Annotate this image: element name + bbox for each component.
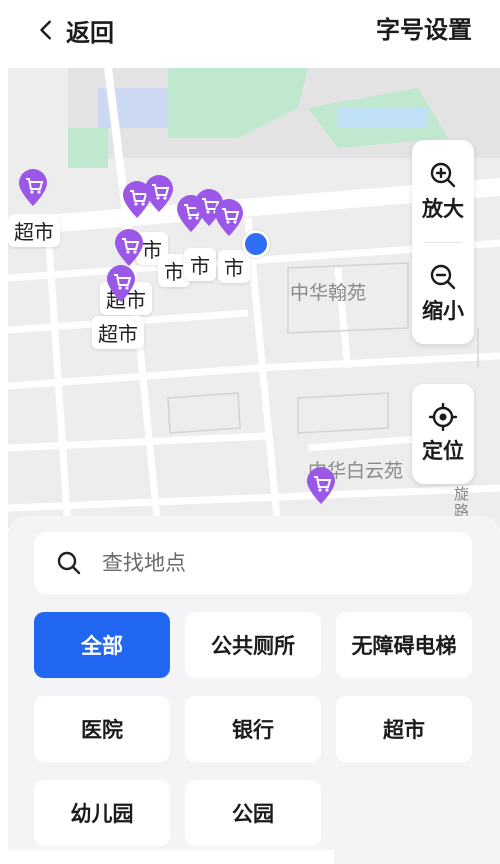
supermarket-pin-icon[interactable]	[112, 228, 146, 268]
bottom-safe-area	[8, 850, 334, 864]
top-bar: 返回 字号设置	[0, 0, 500, 60]
zoom-out-button[interactable]: 缩小	[412, 244, 474, 344]
search-input[interactable]	[100, 550, 444, 576]
search-icon	[57, 551, 81, 575]
supermarket-pin-icon[interactable]	[304, 466, 338, 506]
back-button[interactable]: 返回	[36, 12, 114, 48]
zoom-in-icon	[430, 162, 456, 188]
poi-label[interactable]: 超市	[92, 316, 144, 349]
category-all[interactable]: 全部	[34, 612, 170, 678]
locate-button[interactable]: 定位	[412, 384, 474, 484]
font-size-settings-button[interactable]: 字号设置	[376, 12, 472, 48]
poi-label[interactable]: 超市	[8, 214, 60, 247]
category-hospital[interactable]: 医院	[34, 696, 170, 762]
current-location-marker	[242, 230, 270, 258]
map-place-name: 中华翰苑	[290, 282, 367, 304]
zoom-in-button[interactable]: 放大	[412, 142, 474, 242]
category-bank[interactable]: 银行	[185, 696, 321, 762]
zoom-out-label: 缩小	[422, 299, 464, 323]
supermarket-pin-icon[interactable]	[104, 264, 138, 304]
category-public-toilet[interactable]: 公共厕所	[185, 612, 321, 678]
locate-label: 定位	[422, 439, 464, 463]
chevron-left-icon	[40, 20, 51, 40]
back-label: 返回	[66, 18, 114, 47]
category-panel: 全部 公共厕所 无障碍电梯 医院 银行 超市 幼儿园 公园	[8, 516, 500, 864]
locate-icon	[429, 403, 457, 431]
map-road-name: 旋路	[454, 485, 470, 520]
supermarket-pin-icon[interactable]	[142, 174, 176, 214]
category-accessible-elevator[interactable]: 无障碍电梯	[336, 612, 472, 678]
zoom-out-icon	[430, 264, 456, 290]
poi-label[interactable]: 市	[218, 250, 250, 283]
poi-label[interactable]: 市	[184, 248, 216, 281]
search-bar[interactable]	[34, 532, 472, 594]
category-park[interactable]: 公园	[185, 780, 321, 846]
supermarket-pin-icon[interactable]	[212, 198, 246, 238]
zoom-controls: 放大 缩小	[412, 140, 474, 344]
supermarket-pin-icon[interactable]	[16, 168, 50, 208]
zoom-in-label: 放大	[422, 197, 464, 221]
category-supermarket[interactable]: 超市	[336, 696, 472, 762]
category-kindergarten[interactable]: 幼儿园	[34, 780, 170, 846]
zoom-divider	[424, 242, 462, 243]
